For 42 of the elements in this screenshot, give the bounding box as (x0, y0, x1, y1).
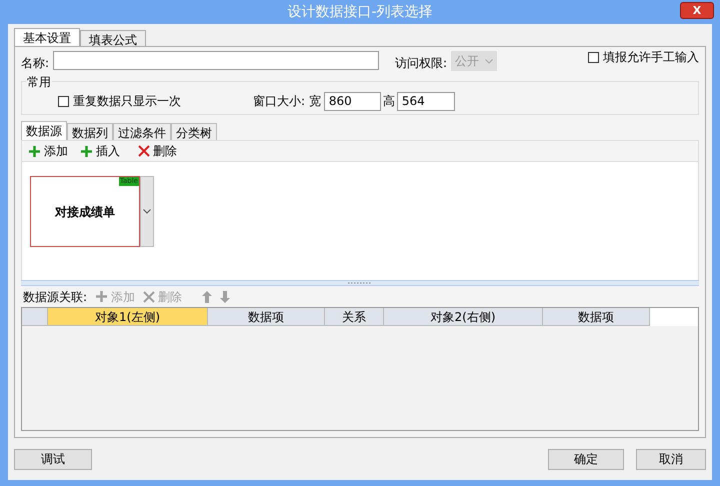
close-icon (143, 290, 156, 302)
column-header[interactable]: 对象2(右侧) (384, 308, 543, 326)
toolbar-button[interactable]: 添加 (28, 142, 68, 160)
width-field[interactable]: 860 (324, 92, 381, 110)
height-label: 高 (382, 93, 395, 110)
tab[interactable]: 数据源 (21, 121, 67, 140)
close-button[interactable]: X (680, 2, 714, 19)
down-arrow-icon (220, 290, 230, 302)
column-header[interactable]: 对象1(左侧) (48, 308, 208, 326)
tab[interactable]: 填表公式 (80, 30, 146, 46)
tab[interactable]: 过滤条件 (113, 123, 171, 140)
up-arrow-icon (202, 290, 212, 302)
access-label: 访问权限: (395, 55, 448, 72)
tab[interactable]: 分类树 (171, 123, 217, 140)
expand-button[interactable] (140, 176, 154, 247)
window-title: 设计数据接口-列表选择 (287, 2, 433, 22)
toolbar-button[interactable]: 插入 (80, 142, 120, 160)
tab[interactable]: 基本设置 (14, 28, 80, 46)
ok-button[interactable]: 确定 (548, 448, 624, 470)
height-field[interactable]: 564 (396, 92, 455, 110)
debug-button[interactable]: 调试 (14, 448, 92, 470)
name-field[interactable] (53, 51, 380, 70)
plus-icon (95, 290, 108, 303)
plus-icon (28, 144, 41, 158)
column-header[interactable]: 数据项 (543, 308, 650, 326)
splitter[interactable] (21, 280, 699, 286)
column-header[interactable]: 关系 (325, 308, 384, 326)
window-size-label: 窗口大小: 宽 (253, 93, 321, 110)
close-icon (138, 145, 150, 157)
checkbox[interactable]: 重复数据只显示一次 (58, 92, 181, 110)
name-label: 名称: (21, 55, 50, 72)
corner-header (22, 308, 48, 326)
plus-icon (80, 144, 93, 158)
cancel-button[interactable]: 取消 (636, 448, 706, 470)
toolbar-button[interactable]: 删除 (138, 142, 177, 160)
tab[interactable]: 数据列 (67, 123, 113, 140)
chevron-down-icon (143, 209, 151, 214)
relations-label: 数据源关联: (23, 288, 88, 306)
caret-icon (485, 58, 494, 64)
column-header[interactable]: 数据项 (208, 308, 325, 326)
data-source-name: 对接成绩单 (55, 204, 115, 220)
checkbox[interactable]: 填报允许手工输入 (588, 48, 699, 66)
